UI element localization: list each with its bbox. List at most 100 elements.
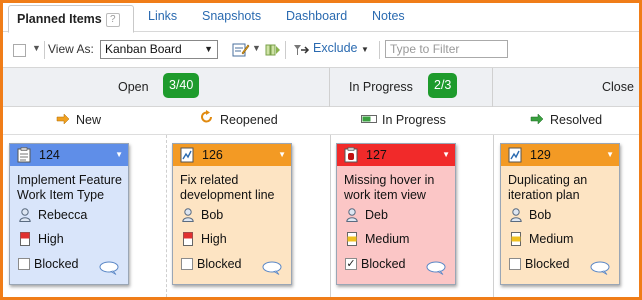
tab-snapshots[interactable]: Snapshots (202, 3, 261, 32)
tab-planned-items[interactable]: Planned Items? (8, 5, 134, 33)
toolbar-divider (285, 41, 286, 59)
tab-label: Planned Items (17, 12, 102, 26)
state-new: New (55, 107, 101, 135)
user-icon (346, 208, 358, 222)
priority-medium-icon (511, 232, 521, 246)
blocked-label: Blocked (361, 257, 406, 271)
work-item-card[interactable]: 127 ▼ Missing hover in work item view De… (336, 143, 456, 285)
arrow-right-icon (56, 114, 70, 124)
filter-input[interactable] (385, 40, 508, 58)
tab-bar: Planned Items? Links Snapshots Dashboard… (3, 3, 639, 33)
task-icon (180, 147, 194, 163)
blocked-label: Blocked (34, 257, 79, 271)
view-as-label: View As: (48, 42, 94, 56)
exclude-label: Exclude (313, 41, 358, 55)
task-icon (508, 147, 522, 163)
select-all-checkbox[interactable] (13, 44, 26, 57)
card-title[interactable]: Fix related development line (180, 173, 291, 205)
work-item-card[interactable]: 129 ▼ Duplicating an iteration plan Bob … (500, 143, 620, 285)
blocked-label: Blocked (197, 257, 242, 271)
chevron-down-icon: ▼ (204, 44, 213, 54)
priority-medium-icon (347, 232, 357, 246)
card-header: 127 ▼ (337, 144, 455, 166)
group-title: Open (118, 80, 149, 94)
priority-high-icon (183, 232, 193, 246)
state-label: Reopened (220, 113, 278, 127)
chevron-down-icon[interactable]: ▼ (252, 43, 261, 53)
blocked-label: Blocked (525, 257, 570, 271)
card-id: 126 (202, 148, 223, 162)
card-menu-icon[interactable]: ▼ (606, 144, 614, 166)
lane-divider (493, 135, 494, 297)
toolbar-divider (379, 41, 380, 59)
card-menu-icon[interactable]: ▼ (115, 144, 123, 166)
owner-name[interactable]: Bob (529, 206, 551, 224)
columns-icon[interactable] (264, 41, 282, 59)
task-icon (17, 147, 31, 163)
comment-icon[interactable] (99, 261, 119, 275)
comment-icon[interactable] (262, 261, 282, 275)
tab-dashboard[interactable]: Dashboard (286, 3, 347, 32)
owner-name[interactable]: Deb (365, 206, 388, 224)
card-menu-icon[interactable]: ▼ (278, 144, 286, 166)
resolved-arrow-icon (530, 114, 544, 124)
group-closed: Close (493, 68, 639, 108)
state-headers: New Reopened In Progress Resolved (3, 107, 639, 135)
owner-name[interactable]: Rebecca (38, 206, 87, 224)
defect-icon (344, 147, 358, 163)
tab-links[interactable]: Links (148, 3, 177, 32)
owner-name[interactable]: Bob (201, 206, 223, 224)
work-item-card[interactable]: 126 ▼ Fix related development line Bob H… (172, 143, 292, 285)
user-icon (510, 208, 522, 222)
progress-icon (361, 115, 377, 123)
card-title[interactable]: Implement Feature Work Item Type (17, 173, 128, 205)
state-label: Resolved (550, 113, 603, 127)
priority-value[interactable]: Medium (529, 230, 573, 248)
card-id: 124 (39, 148, 60, 162)
priority-value[interactable]: High (201, 230, 227, 248)
user-icon (19, 208, 31, 222)
exclude-icon[interactable] (292, 41, 310, 59)
state-label: In Progress (382, 113, 446, 127)
tab-notes[interactable]: Notes (372, 3, 405, 32)
lane-divider (166, 135, 167, 297)
user-icon (182, 208, 194, 222)
card-menu-icon[interactable]: ▼ (442, 144, 450, 166)
card-title[interactable]: Missing hover in work item view (344, 173, 455, 205)
comment-icon[interactable] (590, 261, 610, 275)
comment-icon[interactable] (426, 261, 446, 275)
lane-divider (330, 135, 331, 297)
card-header: 129 ▼ (501, 144, 619, 166)
blocked-checkbox[interactable] (18, 258, 30, 270)
card-header: 126 ▼ (173, 144, 291, 166)
state-resolved: Resolved (529, 107, 602, 135)
card-id: 129 (530, 148, 551, 162)
priority-value[interactable]: Medium (365, 230, 409, 248)
blocked-checkbox[interactable] (509, 258, 521, 270)
exclude-menu[interactable]: Exclude ▼ (313, 41, 369, 55)
count-badge: 2/3 (428, 73, 458, 98)
state-in-progress: In Progress (361, 107, 446, 135)
help-icon[interactable]: ? (105, 13, 120, 27)
chevron-down-icon: ▼ (360, 45, 369, 54)
toolbar: ▼ View As: Kanban Board ▼ ▼ Exclude ▼ (3, 33, 639, 67)
chevron-down-icon[interactable]: ▼ (32, 43, 41, 53)
priority-high-icon (20, 232, 30, 246)
state-reopened: Reopened (199, 107, 278, 135)
toolbar-divider (44, 41, 45, 59)
card-title[interactable]: Duplicating an iteration plan (508, 173, 619, 205)
card-header: 124 ▼ (10, 144, 128, 166)
blocked-checkbox[interactable]: ✓ (345, 258, 357, 270)
blocked-checkbox[interactable] (181, 258, 193, 270)
card-id: 127 (366, 148, 387, 162)
column-group-headers: Open 3/40 In Progress 2/3 Close (3, 67, 639, 108)
group-title: In Progress (349, 80, 413, 94)
view-select[interactable]: Kanban Board ▼ (100, 40, 218, 59)
priority-value[interactable]: High (38, 230, 64, 248)
kanban-lanes: 124 ▼ Implement Feature Work Item Type R… (3, 135, 639, 297)
view-select-value: Kanban Board (105, 42, 182, 56)
group-title: Close (602, 80, 634, 94)
edit-columns-icon[interactable] (232, 41, 250, 59)
work-item-card[interactable]: 124 ▼ Implement Feature Work Item Type R… (9, 143, 129, 285)
state-label: New (76, 113, 102, 127)
